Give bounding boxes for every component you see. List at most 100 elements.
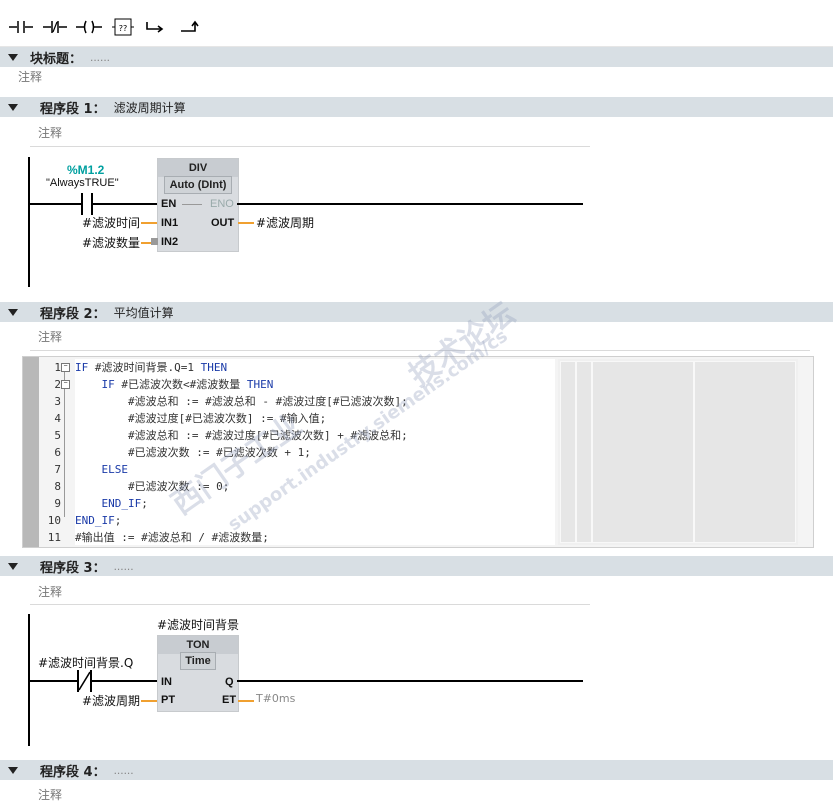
empty-box-icon: ?? (112, 18, 134, 36)
network-1-title: 程序段 1： (40, 101, 106, 117)
block-title-bar[interactable]: 块标题： ...... (0, 47, 833, 67)
no-contact-button[interactable] (6, 12, 36, 42)
network-1-header[interactable]: 程序段 1： 滤波周期计算 (0, 97, 833, 117)
block-title-value[interactable]: ...... (90, 50, 110, 64)
collapse-triangle-icon[interactable] (8, 562, 18, 570)
collapse-triangle-icon[interactable] (8, 308, 18, 316)
line-number: 8 (54, 480, 61, 493)
pin-et: ET (222, 694, 237, 706)
code-line[interactable]: END_IF; (75, 512, 555, 529)
code-line[interactable]: #滤波过度[#已滤波次数] := #输入值; (75, 410, 555, 427)
network-3-title: 程序段 3： (40, 560, 106, 576)
coil-button[interactable] (74, 12, 104, 42)
pin-in1: IN1 (161, 217, 179, 229)
line-number: 10 (47, 514, 61, 527)
block-comment[interactable]: 注释 (18, 68, 42, 85)
collapse-triangle-icon[interactable] (8, 103, 18, 111)
network-1-name[interactable]: 滤波周期计算 (114, 99, 186, 116)
et-value[interactable]: T#0ms (256, 692, 295, 705)
line-number: 6 (54, 446, 61, 459)
collapse-triangle-icon[interactable] (8, 766, 18, 774)
in2-operand[interactable]: #滤波数量 (82, 234, 140, 251)
fold-toggle-icon[interactable]: − (61, 380, 70, 389)
pt-operand[interactable]: #滤波周期 (82, 692, 140, 709)
contact-address[interactable]: %M1.2 (67, 163, 104, 177)
open-branch-icon (146, 22, 164, 33)
ladder-toolbar: ?? (0, 0, 833, 47)
fold-toggle-icon[interactable]: − (61, 363, 70, 372)
code-line[interactable]: #已滤波次数 := 0; (75, 478, 555, 495)
code-line[interactable]: END_IF; (75, 495, 555, 512)
line-number: 3 (54, 395, 61, 408)
div-box-name: DIV (158, 159, 238, 177)
pin-q: Q (225, 676, 234, 688)
nc-slash-icon (78, 671, 91, 691)
network-2-header[interactable]: 程序段 2： 平均值计算 (0, 302, 833, 322)
pin-in: IN (161, 676, 172, 688)
rung-wire (29, 203, 81, 205)
open-branch-button[interactable] (140, 12, 170, 42)
close-branch-button[interactable] (174, 12, 204, 42)
out-link (238, 222, 254, 224)
code-line[interactable]: #滤波总和 := #滤波总和 - #滤波过度[#已滤波次数]; (75, 393, 555, 410)
network-3-comment[interactable]: 注释 (38, 583, 62, 600)
nc-contact-button[interactable] (40, 12, 70, 42)
network-1-comment[interactable]: 注释 (38, 124, 62, 141)
comment-underline (30, 146, 590, 147)
grid-column (592, 361, 694, 543)
rung-wire (237, 203, 583, 205)
rung-wire (93, 203, 158, 205)
pin-eno: ENO (210, 198, 234, 210)
ton-instance[interactable]: #滤波时间背景 (157, 616, 239, 633)
ton-box[interactable]: TON Time IN Q PT ET (157, 635, 239, 712)
line-number: 4 (54, 412, 61, 425)
line-number: 9 (54, 497, 61, 510)
pin-pt: PT (161, 694, 176, 706)
rung-wire (29, 680, 77, 682)
network-4-header[interactable]: 程序段 4： ...... (0, 760, 833, 780)
code-area[interactable]: IF #滤波时间背景.Q=1 THEN IF #已滤波次数<#滤波数量 THEN… (75, 359, 555, 545)
code-line[interactable]: #输出值 := #滤波总和 / #滤波数量; (75, 529, 555, 546)
grid-column (694, 361, 796, 543)
in2-marker (151, 238, 158, 245)
contact-symbol[interactable]: "AlwaysTRUE" (46, 177, 119, 189)
en-eno-link (182, 204, 202, 205)
in1-operand[interactable]: #滤波时间 (82, 214, 140, 231)
network-3-header[interactable]: 程序段 3： ...... (0, 556, 833, 576)
pin-out: OUT (211, 217, 235, 229)
block-title-label: 块标题： (30, 51, 83, 67)
contact-left-bar[interactable] (81, 193, 83, 215)
out-operand[interactable]: #滤波周期 (256, 214, 314, 231)
line-number: 11 (47, 531, 61, 544)
pt-link (141, 700, 157, 702)
grid-column (560, 361, 576, 543)
div-box[interactable]: DIV Auto (DInt) EN ENO IN1 OUT IN2 (157, 158, 239, 252)
line-number: 2 (54, 378, 61, 391)
code-line[interactable]: #滤波总和 := #滤波过度[#已滤波次数] + #滤波总和; (75, 427, 555, 444)
line-number: 1 (54, 361, 61, 374)
close-branch-icon (181, 20, 199, 32)
contact-operand[interactable]: #滤波时间背景.Q (38, 654, 133, 671)
code-line[interactable]: IF #已滤波次数<#滤波数量 THEN (75, 376, 555, 393)
network-2-name[interactable]: 平均值计算 (114, 304, 174, 321)
ton-box-type[interactable]: Time (180, 652, 216, 670)
pin-in2: IN2 (161, 236, 179, 248)
collapse-triangle-icon[interactable] (8, 53, 18, 61)
grid-column (576, 361, 592, 543)
network-4-title: 程序段 4： (40, 764, 106, 780)
et-link (238, 700, 254, 702)
variable-grid (558, 359, 798, 545)
coil-icon (76, 20, 102, 34)
empty-box-button[interactable]: ?? (108, 12, 138, 42)
network-2-comment[interactable]: 注释 (38, 328, 62, 345)
network-4-comment[interactable]: 注释 (38, 786, 62, 803)
network-3-name[interactable]: ...... (114, 559, 134, 573)
fold-guide (64, 367, 66, 517)
line-number: 5 (54, 429, 61, 442)
network-4-name[interactable]: ...... (114, 763, 134, 777)
div-box-type[interactable]: Auto (DInt) (164, 176, 232, 194)
network-2-title: 程序段 2： (40, 306, 106, 322)
power-rail (28, 157, 30, 287)
comment-underline (30, 604, 590, 605)
rung-wire (92, 680, 158, 682)
